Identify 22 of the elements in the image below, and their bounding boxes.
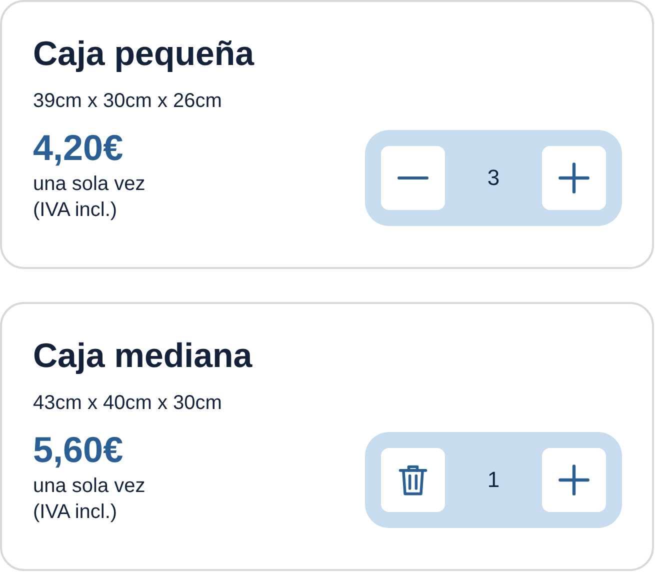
product-dimensions: 43cm x 40cm x 30cm (33, 391, 223, 416)
increase-button[interactable] (542, 146, 606, 210)
price-frequency: una sola vez (33, 172, 146, 197)
quantity-value: 1 (487, 467, 500, 493)
price: 4,20€ (33, 126, 124, 170)
product-name: Caja mediana (33, 336, 254, 377)
product-name: Caja pequeña (33, 34, 256, 75)
tax-note: (IVA incl.) (33, 198, 118, 223)
decrease-button[interactable] (381, 146, 445, 210)
trash-icon (396, 463, 430, 497)
increase-button[interactable] (542, 448, 606, 512)
quantity-value: 3 (487, 165, 500, 191)
plus-icon (557, 463, 591, 497)
price: 5,60€ (33, 428, 124, 472)
quantity-stepper[interactable]: 3 (365, 130, 622, 226)
plus-icon (557, 161, 591, 195)
price-frequency: una sola vez (33, 474, 146, 499)
quantity-stepper[interactable]: 1 (365, 432, 622, 528)
minus-icon (396, 176, 430, 180)
tax-note: (IVA incl.) (33, 500, 118, 525)
delete-button[interactable] (381, 448, 445, 512)
product-dimensions: 39cm x 30cm x 26cm (33, 89, 223, 114)
